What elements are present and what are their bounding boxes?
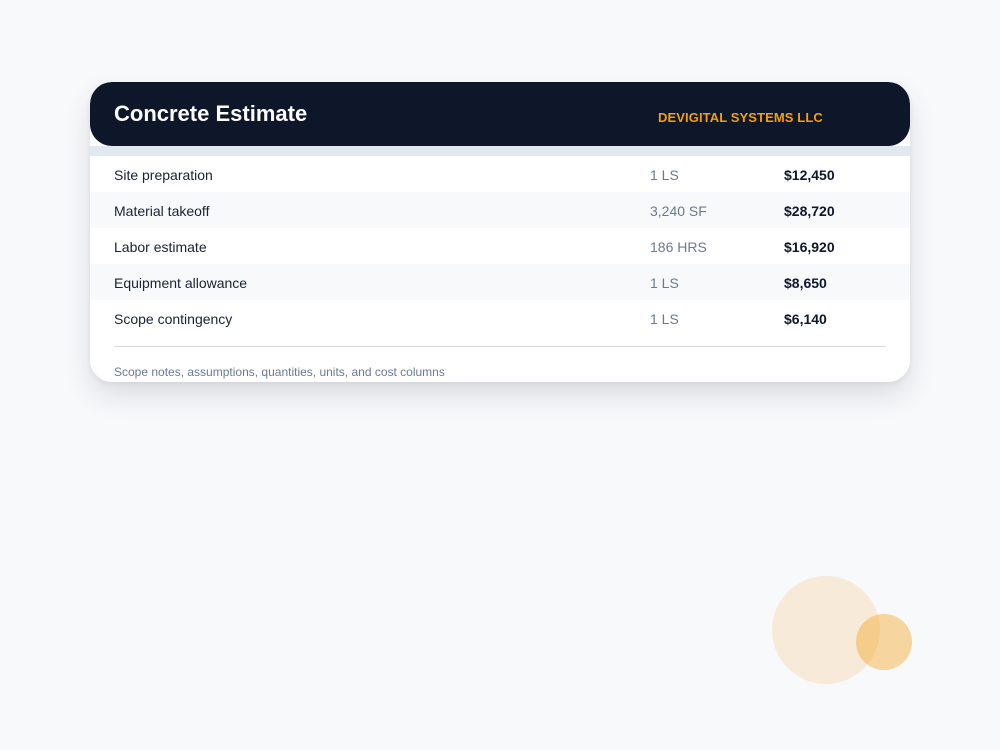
row-description: Scope contingency <box>114 311 233 327</box>
card-header: Concrete Estimate DEVIGITAL SYSTEMS LLC <box>90 82 910 146</box>
row-description: Site preparation <box>114 167 213 183</box>
company-name: DEVIGITAL SYSTEMS LLC <box>658 110 823 125</box>
row-cost: $6,140 <box>784 311 827 327</box>
row-description: Material takeoff <box>114 203 210 219</box>
table-row: Scope contingency 1 LS $6,140 <box>90 300 910 336</box>
row-description: Equipment allowance <box>114 275 248 291</box>
table-row: Material takeoff 3,240 SF $28,720 <box>90 192 910 228</box>
row-quantity: 1 LS <box>650 311 679 327</box>
footer-divider <box>114 346 886 347</box>
estimate-card: Concrete Estimate DEVIGITAL SYSTEMS LLC … <box>90 82 910 382</box>
table-row: Site preparation 1 LS $12,450 <box>90 156 910 192</box>
row-cost: $28,720 <box>784 203 835 219</box>
decorative-circle-small <box>856 614 912 670</box>
row-quantity: 186 HRS <box>650 239 707 255</box>
estimate-table: Site preparation 1 LS $12,450 Material t… <box>90 156 910 336</box>
table-row: Labor estimate 186 HRS $16,920 <box>90 228 910 264</box>
row-quantity: 1 LS <box>650 167 679 183</box>
row-cost: $16,920 <box>784 239 835 255</box>
row-quantity: 3,240 SF <box>650 203 707 219</box>
row-description: Labor estimate <box>114 239 207 255</box>
footnote-text: Scope notes, assumptions, quantities, un… <box>114 365 445 379</box>
row-quantity: 1 LS <box>650 275 679 291</box>
page-background: Concrete Estimate DEVIGITAL SYSTEMS LLC … <box>0 0 1000 750</box>
header-separator-strip <box>90 146 910 156</box>
card-title: Concrete Estimate <box>114 101 308 126</box>
table-row: Equipment allowance 1 LS $8,650 <box>90 264 910 300</box>
row-cost: $8,650 <box>784 275 827 291</box>
row-cost: $12,450 <box>784 167 835 183</box>
